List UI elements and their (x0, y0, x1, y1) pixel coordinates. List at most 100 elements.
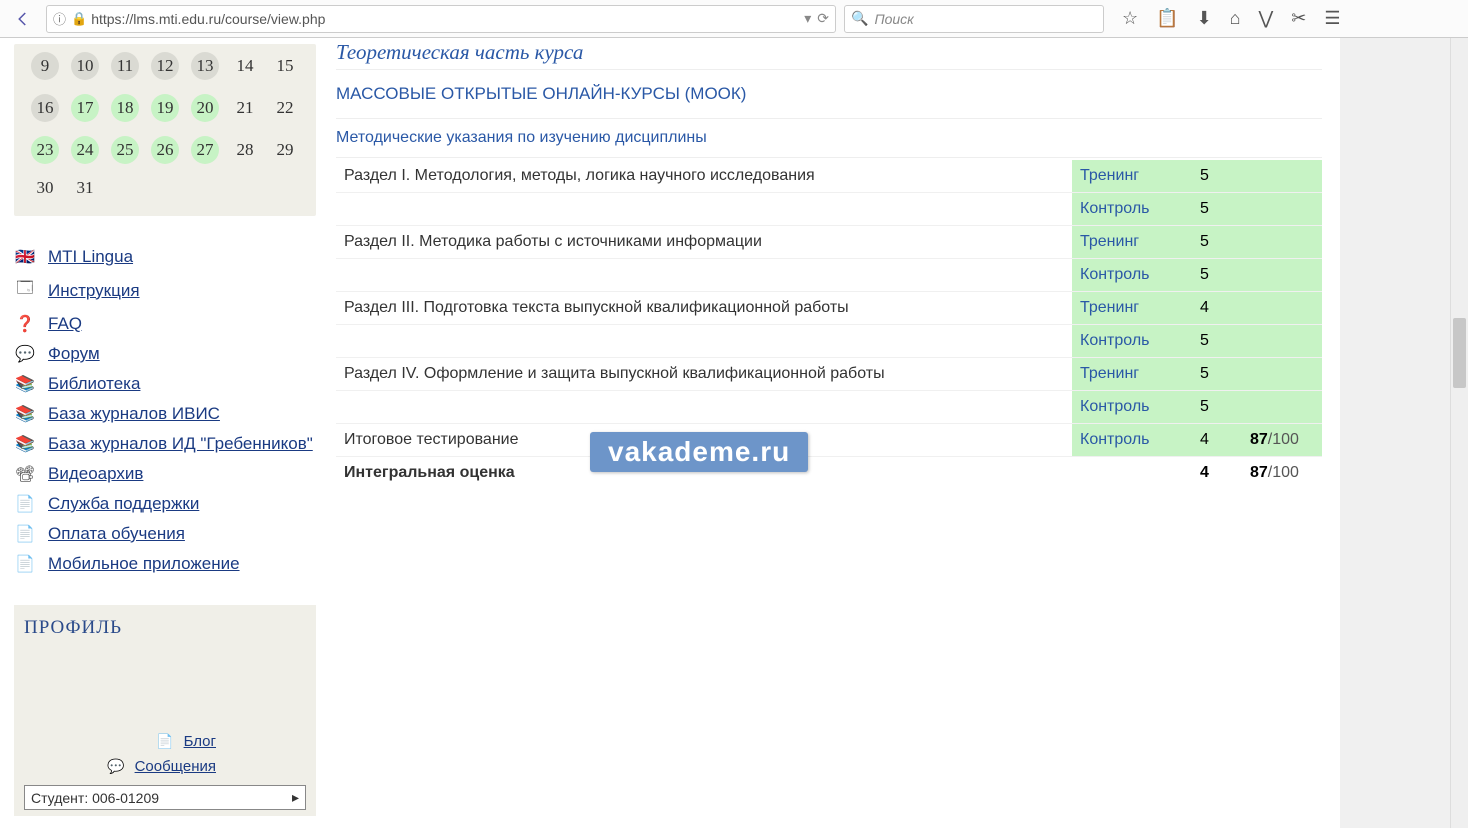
activity-cell[interactable]: Тренинг (1072, 358, 1192, 391)
calendar-day[interactable]: 28 (226, 130, 264, 170)
calendar-day[interactable]: 23 (26, 130, 64, 170)
activity-cell[interactable]: Тренинг (1072, 160, 1192, 193)
calendar-day[interactable]: 13 (186, 46, 224, 86)
site-identity[interactable]: ⓘ 🔒 (53, 9, 87, 28)
sidebar-item[interactable]: ❓FAQ (14, 309, 316, 339)
calendar-day[interactable]: 24 (66, 130, 104, 170)
calendar-day[interactable]: 16 (26, 88, 64, 128)
reload-icon[interactable]: ⟳ (817, 10, 829, 27)
activity-link[interactable]: Тренинг (1080, 299, 1139, 316)
activity-link[interactable]: Контроль (1080, 398, 1150, 415)
calendar-day[interactable]: 17 (66, 88, 104, 128)
sidebar-link[interactable]: MTI Lingua (48, 247, 133, 267)
sidebar-item[interactable]: 📚База журналов ИД "Гребенников" (14, 429, 316, 459)
activity-cell[interactable]: Контроль (1072, 259, 1192, 292)
calendar-day[interactable]: 19 (146, 88, 184, 128)
calendar-day[interactable]: 11 (106, 46, 144, 86)
activity-link[interactable]: Тренинг (1080, 233, 1139, 250)
sidebar-item[interactable]: 📄Служба поддержки (14, 489, 316, 519)
dropdown-icon[interactable]: ▾ (804, 10, 811, 27)
sidebar-link[interactable]: Видеоархив (48, 464, 143, 484)
sidebar-item[interactable]: 📄Мобильное приложение (14, 549, 316, 579)
speech-icon: 💬 (107, 758, 124, 775)
activity-cell (1072, 457, 1192, 490)
sidebar-item[interactable]: 📚Библиотека (14, 369, 316, 399)
profile-link[interactable]: Сообщения (135, 758, 216, 775)
calendar-day[interactable] (266, 172, 304, 204)
calendar-day[interactable] (106, 172, 144, 204)
calendar[interactable]: 9101112131415 16171819202122 2324252627282… (24, 44, 306, 206)
activity-link[interactable]: Тренинг (1080, 365, 1139, 382)
calendar-block: 9101112131415 16171819202122 2324252627282… (14, 44, 316, 216)
calendar-day[interactable]: 12 (146, 46, 184, 86)
search-bar[interactable]: 🔍 Поиск (844, 5, 1104, 33)
activity-cell[interactable]: Контроль (1072, 391, 1192, 424)
method-link[interactable]: Методические указания по изучению дисцип… (336, 119, 1322, 158)
vertical-scrollbar[interactable] (1450, 38, 1468, 828)
sidebar-link[interactable]: Оплата обучения (48, 524, 185, 544)
mooc-link[interactable]: МАССОВЫЕ ОТКРЫТЫЕ ОНЛАЙН-КУРСЫ (МООК) (336, 70, 1322, 119)
sidebar-link[interactable]: Служба поддержки (48, 494, 199, 514)
sidebar-link[interactable]: База журналов ИД "Гребенников" (48, 434, 313, 454)
calendar-day[interactable]: 25 (106, 130, 144, 170)
activity-cell[interactable]: Контроль (1072, 193, 1192, 226)
section-name: Раздел I. Методология, методы, логика на… (336, 160, 1072, 193)
reading-list-icon[interactable]: 📋 (1156, 8, 1178, 29)
activity-cell[interactable]: Контроль (1072, 325, 1192, 358)
activity-link[interactable]: Контроль (1080, 332, 1150, 349)
downloads-icon[interactable]: ⬇ (1197, 8, 1212, 29)
activity-cell[interactable]: Контроль (1072, 424, 1192, 457)
sidebar-link[interactable]: Библиотека (48, 374, 140, 394)
calendar-day[interactable]: 29 (266, 130, 304, 170)
calendar-day[interactable]: 14 (226, 46, 264, 86)
activity-cell[interactable]: Тренинг (1072, 226, 1192, 259)
sidebar-link[interactable]: Инструкция (48, 281, 140, 301)
activity-link[interactable]: Тренинг (1080, 167, 1139, 184)
sidebar-item[interactable]: 💬Форум (14, 339, 316, 369)
profile-link[interactable]: Блог (184, 733, 216, 750)
sidebar-item[interactable]: 🗔Инструкция (14, 272, 316, 309)
profile-item[interactable]: 📄Блог (24, 729, 236, 754)
calendar-day[interactable]: 31 (66, 172, 104, 204)
flag-icon: 🇬🇧 (14, 247, 36, 267)
sidebar-item[interactable]: 📽Видеоархив (14, 459, 316, 489)
sidebar: 9101112131415 16171819202122 2324252627282… (0, 38, 330, 828)
sidebar-item[interactable]: 📚База журналов ИВИС (14, 399, 316, 429)
back-button[interactable] (8, 5, 38, 33)
profile-item[interactable]: 💬 Сообщения (24, 754, 236, 779)
calendar-day[interactable]: 30 (26, 172, 64, 204)
calendar-day[interactable] (186, 172, 224, 204)
screenshot-icon[interactable]: ✂ (1291, 8, 1306, 29)
calendar-day[interactable]: 10 (66, 46, 104, 86)
calendar-day[interactable]: 20 (186, 88, 224, 128)
sidebar-links: 🇬🇧 MTI Lingua 🗔Инструкция❓FAQ💬Форум📚Библио… (14, 242, 316, 579)
calendar-day[interactable]: 18 (106, 88, 144, 128)
pocket-icon[interactable]: ⋁ (1259, 8, 1274, 29)
activity-link[interactable]: Контроль (1080, 200, 1150, 217)
score-value: 5 (1192, 358, 1242, 391)
calendar-day[interactable]: 21 (226, 88, 264, 128)
info-icon: ⓘ (53, 9, 66, 28)
activity-link[interactable]: Контроль (1080, 431, 1150, 448)
sidebar-item[interactable]: 📄Оплата обучения (14, 519, 316, 549)
sidebar-link[interactable]: Форум (48, 344, 100, 364)
sidebar-link[interactable]: База журналов ИВИС (48, 404, 220, 424)
calendar-day[interactable]: 15 (266, 46, 304, 86)
sidebar-link[interactable]: Мобильное приложение (48, 554, 240, 574)
calendar-day[interactable]: 22 (266, 88, 304, 128)
calendar-day[interactable]: 9 (26, 46, 64, 86)
activity-cell[interactable]: Тренинг (1072, 292, 1192, 325)
activity-link[interactable]: Контроль (1080, 266, 1150, 283)
student-select[interactable]: Студент: 006-01209 ▸ (24, 785, 306, 810)
calendar-day[interactable]: 26 (146, 130, 184, 170)
menu-icon[interactable]: ☰ (1324, 8, 1340, 29)
home-icon[interactable]: ⌂ (1230, 8, 1241, 29)
bookmark-star-icon[interactable]: ☆ (1122, 8, 1138, 29)
sidebar-item[interactable]: 🇬🇧 MTI Lingua (14, 242, 316, 272)
calendar-day[interactable] (146, 172, 184, 204)
url-bar[interactable]: ⓘ 🔒 https://lms.mti.edu.ru/course/view.p… (46, 5, 836, 33)
scrollbar-thumb[interactable] (1453, 318, 1466, 388)
sidebar-link[interactable]: FAQ (48, 314, 82, 334)
calendar-day[interactable] (226, 172, 264, 204)
calendar-day[interactable]: 27 (186, 130, 224, 170)
